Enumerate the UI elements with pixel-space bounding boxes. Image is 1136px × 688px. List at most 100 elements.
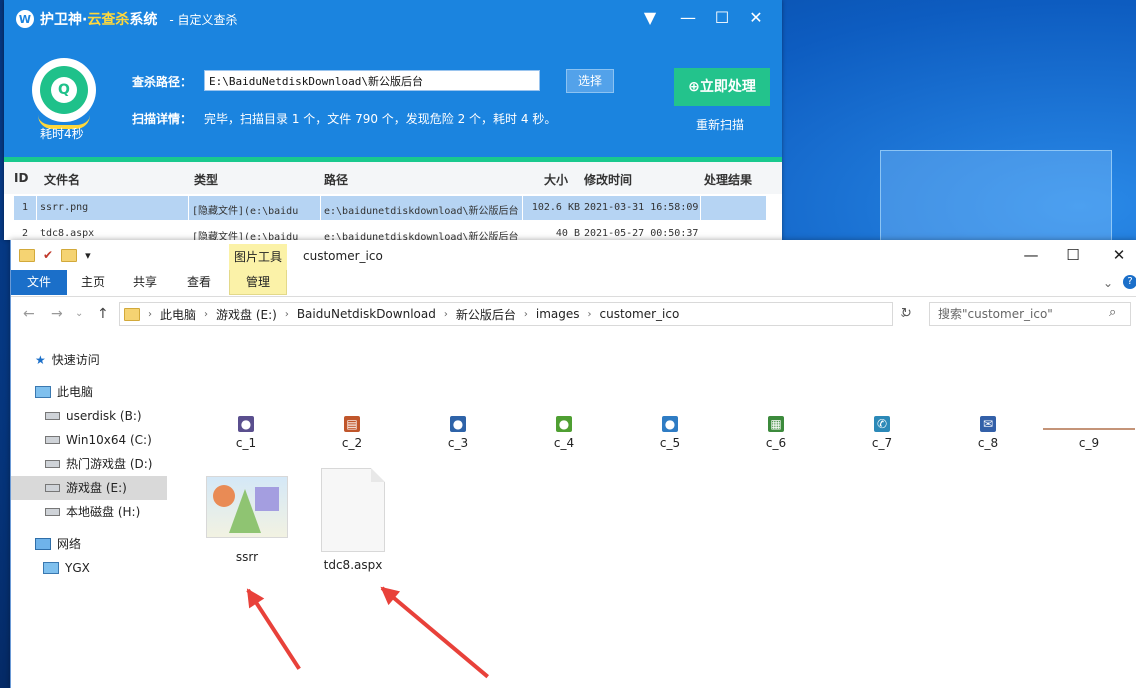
sidebar-item-drive-h[interactable]: 本地磁盘 (H:)	[11, 500, 167, 524]
forward-icon[interactable]: →	[51, 306, 63, 322]
maximize-icon[interactable]: ☐	[710, 8, 734, 27]
file-item-ssrr[interactable]: ssrr	[197, 476, 297, 564]
breadcrumb-item[interactable]: images	[536, 307, 580, 321]
row-mtime: 2021-05-27 00:50:37	[584, 228, 699, 239]
breadcrumb-item[interactable]: 游戏盘 (E:)	[216, 306, 277, 323]
col-type[interactable]: 类型	[194, 171, 218, 188]
file-label: c_8	[977, 436, 999, 450]
process-now-button[interactable]: ⊕立即处理	[674, 68, 770, 106]
rescan-link[interactable]: 重新扫描	[696, 116, 744, 133]
minimize-icon[interactable]: —	[676, 8, 700, 27]
file-item-c2[interactable]: ▤ c_2	[327, 416, 377, 450]
col-id[interactable]: ID	[14, 171, 28, 185]
file-list: ● c_1 ▤ c_2 ● c_3 ● c_4 ● c_5 ▦ c_6 ✆ c_…	[171, 336, 1136, 688]
chevron-right-icon[interactable]: ›	[588, 309, 592, 320]
search-icon[interactable]: ⌕	[1109, 305, 1116, 320]
cell-separator	[700, 196, 701, 220]
sidebar-item-ygx[interactable]: YGX	[11, 556, 167, 580]
col-size[interactable]: 大小	[544, 171, 568, 188]
chevron-right-icon[interactable]: ›	[204, 309, 208, 320]
address-bar[interactable]: › 此电脑 › 游戏盘 (E:) › BaiduNetdiskDownload …	[119, 302, 908, 326]
file-item-c3[interactable]: ● c_3	[433, 416, 483, 450]
chevron-right-icon[interactable]: ›	[148, 309, 152, 320]
new-folder-icon[interactable]	[61, 248, 78, 262]
maximize-icon[interactable]: ☐	[1063, 246, 1083, 264]
file-item-c4[interactable]: ● c_4	[539, 416, 589, 450]
cell-separator	[36, 196, 37, 220]
file-item-c8[interactable]: ✉ c_8	[963, 416, 1013, 450]
breadcrumb-item[interactable]: 此电脑	[160, 306, 196, 323]
table-row[interactable]: 1 ssrr.png [隐藏文件](e:\baidu e:\baidunetdi…	[14, 196, 766, 220]
refresh-icon[interactable]: ↻	[901, 306, 912, 321]
minimize-icon[interactable]: —	[1021, 246, 1041, 264]
file-item-c6[interactable]: ▦ c_6	[751, 416, 801, 450]
phone-icon: ▦	[768, 416, 784, 432]
tab-share[interactable]: 共享	[127, 270, 163, 295]
recent-locations-icon[interactable]: ⌄	[75, 308, 83, 319]
cell-separator	[320, 196, 321, 220]
close-icon[interactable]: ✕	[1109, 246, 1129, 264]
scanner-window: W 护卫神· 云查杀 系统 - 自定义查杀 ▼ — ☐ ✕ Q 耗时4秒 查杀路…	[4, 0, 782, 243]
file-item-c5[interactable]: ● c_5	[645, 416, 695, 450]
breadcrumb-item[interactable]: BaiduNetdiskDownload	[297, 307, 436, 321]
breadcrumb-item[interactable]: customer_ico	[600, 307, 680, 321]
drive-icon	[45, 412, 60, 420]
cell-separator	[522, 196, 523, 220]
scan-status-badge: Q	[32, 58, 96, 122]
chevron-right-icon[interactable]: ›	[524, 309, 528, 320]
qa-dropdown-icon[interactable]: ▾	[85, 249, 91, 262]
col-filename[interactable]: 文件名	[44, 171, 80, 188]
sidebar-item-drive-d[interactable]: 热门游戏盘 (D:)	[11, 452, 167, 476]
scan-complete-icon: Q	[51, 77, 77, 103]
sidebar-item-label: Win10x64 (C:)	[66, 433, 152, 447]
drive-icon	[45, 436, 60, 444]
scan-path-input[interactable]: E:\BaiduNetdiskDownload\新公版后台	[204, 70, 540, 91]
chevron-right-icon[interactable]: ›	[444, 309, 448, 320]
cell-separator	[188, 196, 189, 220]
file-label: c_5	[659, 436, 681, 450]
search-input[interactable]: 搜索"customer_ico"	[929, 302, 1131, 326]
folder-icon	[124, 307, 140, 321]
choose-path-button[interactable]: 选择	[566, 69, 614, 93]
folder-icon[interactable]	[19, 248, 35, 262]
computer-icon	[43, 562, 59, 574]
drive-icon	[45, 508, 60, 516]
file-item-c9[interactable]: c_9	[1039, 416, 1136, 450]
sidebar-item-label: 网络	[57, 537, 82, 551]
sidebar-item-drive-c[interactable]: Win10x64 (C:)	[11, 428, 167, 452]
file-item-c1[interactable]: ● c_1	[221, 416, 271, 450]
explorer-window: ✔ ▾ 图片工具 customer_ico — ☐ ✕ 文件 主页 共享 查看 …	[10, 240, 1136, 688]
chevron-right-icon[interactable]: ›	[285, 309, 289, 320]
tab-view[interactable]: 查看	[181, 270, 217, 295]
sidebar-item-drive-e[interactable]: 游戏盘 (E:)	[11, 476, 167, 500]
sidebar-item-label: 本地磁盘 (H:)	[66, 505, 141, 519]
row-mtime: 2021-03-31 16:58:09	[584, 202, 699, 213]
file-item-c7[interactable]: ✆ c_7	[857, 416, 907, 450]
sidebar-item-drive-b[interactable]: userdisk (B:)	[11, 404, 167, 428]
close-icon[interactable]: ✕	[744, 8, 768, 27]
back-icon[interactable]: ←	[23, 306, 35, 322]
col-result[interactable]: 处理结果	[704, 171, 752, 188]
sidebar-item-label: userdisk (B:)	[66, 409, 142, 423]
col-path[interactable]: 路径	[324, 171, 348, 188]
file-label: c_4	[553, 436, 575, 450]
tab-manage[interactable]: 管理	[229, 270, 287, 295]
row-filename: ssrr.png	[40, 202, 89, 213]
sidebar-item-label: 此电脑	[57, 385, 94, 399]
ribbon-expand-icon[interactable]: ⌄	[1103, 276, 1113, 290]
help-icon[interactable]: ?	[1123, 275, 1136, 289]
tab-file[interactable]: 文件	[11, 270, 67, 295]
sidebar-item-quick-access[interactable]: ★ 快速访问	[11, 348, 167, 372]
sidebar-item-network[interactable]: 网络	[11, 532, 167, 556]
tab-home[interactable]: 主页	[75, 270, 111, 295]
breadcrumb-item[interactable]: 新公版后台	[456, 306, 516, 323]
file-item-tdc8[interactable]: tdc8.aspx	[303, 468, 403, 572]
up-icon[interactable]: ↑	[97, 306, 109, 322]
properties-check-icon[interactable]: ✔	[43, 248, 53, 262]
menu-dropdown-icon[interactable]: ▼	[638, 8, 662, 27]
col-mtime[interactable]: 修改时间	[584, 171, 632, 188]
thin-bar-icon	[1043, 428, 1135, 430]
sidebar-item-this-pc[interactable]: 此电脑	[11, 380, 167, 404]
scanner-header: W 护卫神· 云查杀 系统 - 自定义查杀 ▼ — ☐ ✕ Q 耗时4秒 查杀路…	[4, 0, 782, 160]
drive-icon	[45, 460, 60, 468]
